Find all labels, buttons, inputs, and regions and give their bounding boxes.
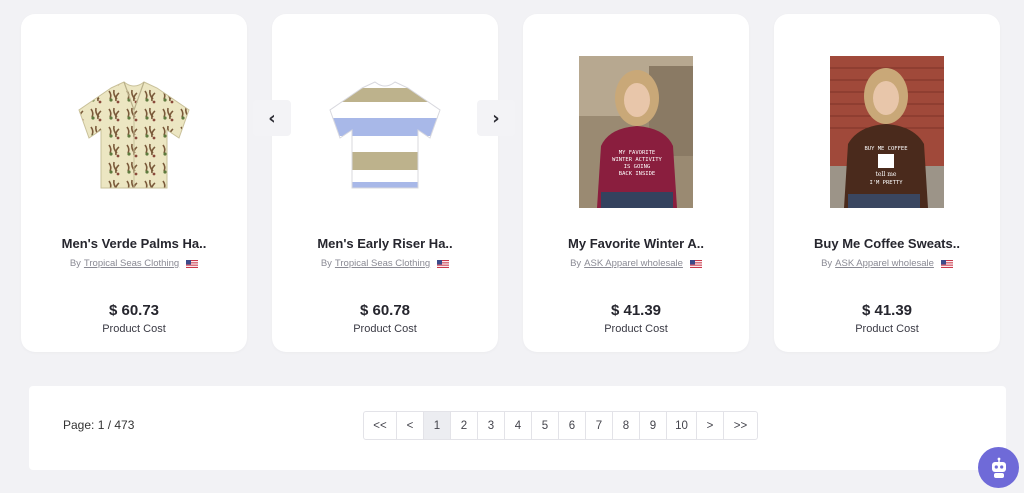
robot-icon [991, 457, 1006, 478]
product-seller: By ASK Apparel wholesale [774, 258, 1000, 269]
product-price: $ 41.39 [861, 302, 913, 319]
product-image[interactable] [272, 42, 498, 222]
page-button-4[interactable]: 4 [505, 412, 532, 439]
product-card[interactable]: Men's Early Riser Ha.. By Tropical Seas … [272, 14, 498, 352]
first-page-button[interactable]: << [364, 412, 397, 439]
page-button-6[interactable]: 6 [559, 412, 586, 439]
seller-link[interactable]: Tropical Seas Clothing [84, 258, 179, 269]
product-image[interactable] [21, 42, 247, 222]
shirt-palms-image [78, 80, 190, 188]
shirt-striped-image [329, 80, 441, 188]
product-card[interactable]: MY FAVORITE WINTER ACTIVITY IS GOING BAC… [523, 14, 749, 352]
sweatshirt-brown-photo: BUY ME COFFEE tell me I'M PRETTY [830, 56, 944, 208]
svg-text:BACK INSIDE: BACK INSIDE [619, 171, 655, 177]
page-button-8[interactable]: 8 [613, 412, 640, 439]
svg-text:MY FAVORITE: MY FAVORITE [619, 150, 655, 156]
product-cost-label: Product Cost [353, 323, 417, 335]
carousel-prev-button[interactable]: ‹ [253, 100, 291, 136]
product-title[interactable]: Men's Verde Palms Ha.. [21, 236, 247, 251]
product-price: $ 60.78 [359, 302, 411, 319]
product-seller: By Tropical Seas Clothing [272, 258, 498, 269]
product-price: $ 60.73 [108, 302, 160, 319]
next-page-button[interactable]: > [697, 412, 724, 439]
seller-link[interactable]: ASK Apparel wholesale [835, 258, 934, 269]
product-title[interactable]: Men's Early Riser Ha.. [272, 236, 498, 251]
product-cost-label: Product Cost [855, 323, 919, 335]
product-image[interactable]: MY FAVORITE WINTER ACTIVITY IS GOING BAC… [523, 42, 749, 222]
us-flag-icon [186, 259, 199, 268]
page-button-2[interactable]: 2 [451, 412, 478, 439]
product-price: $ 41.39 [610, 302, 662, 319]
page-info: Page: 1 / 473 [63, 418, 135, 432]
by-label: By [69, 258, 81, 269]
product-card[interactable]: Men's Verde Palms Ha.. By Tropical Seas … [21, 14, 247, 352]
sweatshirt-maroon-photo: MY FAVORITE WINTER ACTIVITY IS GOING BAC… [579, 56, 693, 208]
last-page-button[interactable]: >> [724, 412, 757, 439]
product-title[interactable]: Buy Me Coffee Sweats.. [774, 236, 1000, 251]
us-flag-icon [689, 259, 702, 268]
svg-text:I'M PRETTY: I'M PRETTY [869, 180, 903, 186]
page-button-3[interactable]: 3 [478, 412, 505, 439]
svg-text:BUY ME COFFEE: BUY ME COFFEE [864, 146, 907, 152]
product-seller: By Tropical Seas Clothing [21, 258, 247, 269]
product-seller: By ASK Apparel wholesale [523, 258, 749, 269]
pagination-panel: Page: 1 / 473 << < 1 2 3 4 5 6 7 8 9 10 … [29, 386, 1006, 470]
page-button-10[interactable]: 10 [667, 412, 697, 439]
seller-link[interactable]: Tropical Seas Clothing [335, 258, 430, 269]
seller-link[interactable]: ASK Apparel wholesale [584, 258, 683, 269]
carousel-next-button[interactable]: › [477, 100, 515, 136]
product-cost-label: Product Cost [102, 323, 166, 335]
prev-page-button[interactable]: < [397, 412, 424, 439]
svg-text:tell me: tell me [876, 171, 897, 178]
product-image[interactable]: BUY ME COFFEE tell me I'M PRETTY [774, 42, 1000, 222]
by-label: By [320, 258, 332, 269]
page-button-1[interactable]: 1 [424, 412, 451, 439]
svg-text:WINTER ACTIVITY: WINTER ACTIVITY [612, 157, 662, 163]
product-card[interactable]: BUY ME COFFEE tell me I'M PRETTY Buy Me … [774, 14, 1000, 352]
page-button-9[interactable]: 9 [640, 412, 667, 439]
chat-assistant-button[interactable] [978, 447, 1019, 488]
by-label: By [570, 258, 582, 269]
by-label: By [821, 258, 833, 269]
svg-text:IS GOING: IS GOING [624, 164, 651, 170]
us-flag-icon [437, 259, 450, 268]
product-title[interactable]: My Favorite Winter A.. [523, 236, 749, 251]
page-button-5[interactable]: 5 [532, 412, 559, 439]
page-button-7[interactable]: 7 [586, 412, 613, 439]
product-carousel: Men's Verde Palms Ha.. By Tropical Seas … [21, 14, 1000, 352]
us-flag-icon [940, 259, 953, 268]
product-cost-label: Product Cost [604, 323, 668, 335]
pagination: << < 1 2 3 4 5 6 7 8 9 10 > >> [363, 411, 758, 440]
